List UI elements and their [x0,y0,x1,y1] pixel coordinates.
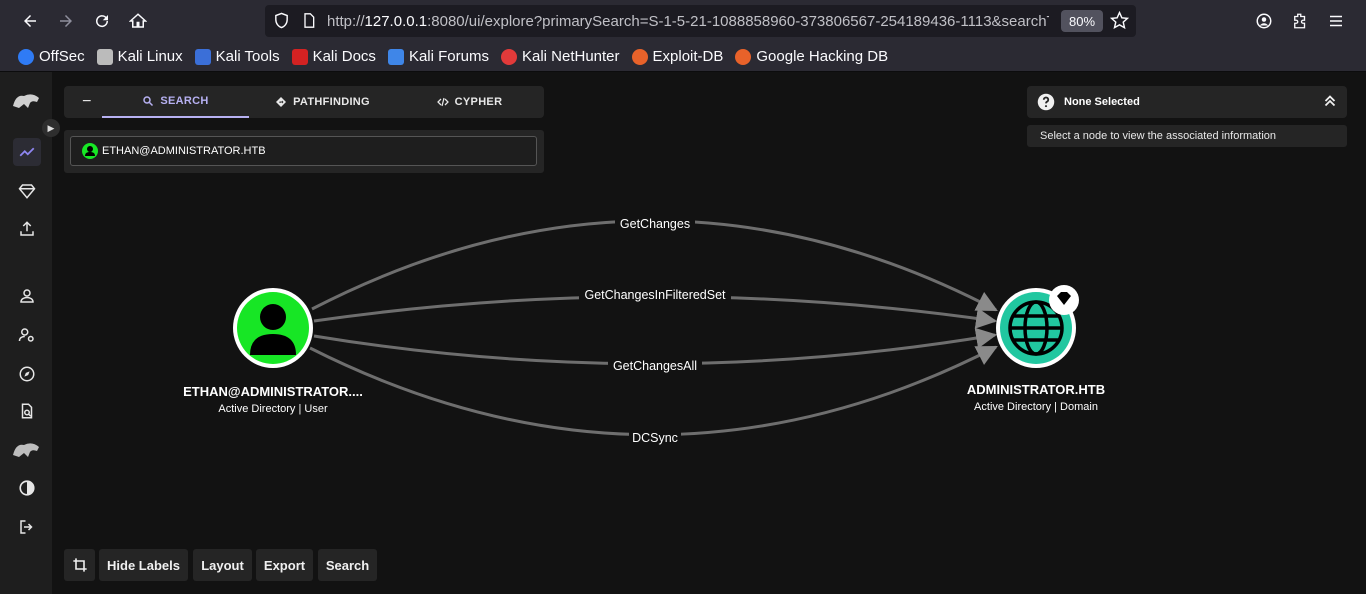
bookmark-kali-docs[interactable]: Kali Docs [291,48,376,65]
expand-rail-button[interactable]: ▶ [42,119,60,137]
bloodhound-community-icon[interactable] [10,437,42,461]
kali-tools-icon [194,48,211,65]
reload-icon [96,15,109,28]
arrow-left-icon [24,15,36,27]
star-icon[interactable] [1110,11,1129,30]
ghdb-icon [735,48,752,65]
contrast-icon [19,480,35,496]
search-button[interactable]: Search [318,549,377,581]
layout-button[interactable]: Layout [193,549,252,581]
bloodhound-logo-icon[interactable] [10,88,42,112]
edge-label-getchangesall[interactable]: GetChangesAll [613,359,697,373]
tab-pathfinding[interactable]: PATHFINDING [249,86,396,118]
compass-nav[interactable] [13,360,41,388]
directions-icon [276,97,287,107]
bookmark-google-hacking-db[interactable]: Google Hacking DB [735,48,888,65]
user-node-icon [82,143,98,159]
forward-button[interactable] [51,6,81,36]
url-text[interactable]: http://127.0.0.1:8080/ui/explore?primary… [327,13,1049,30]
group-management-nav[interactable] [13,177,41,205]
bookmark-kali-nethunter[interactable]: Kali NetHunter [500,48,620,65]
home-button[interactable] [123,6,153,36]
dark-mode-toggle[interactable] [13,474,41,502]
node-sublabel-ethan: Active Directory | User [218,403,328,415]
hamburger-icon [1330,15,1342,27]
kali-dragon-icon [96,48,113,65]
kali-docs-icon [291,48,308,65]
arrow-right-icon [60,15,72,27]
minus-icon: − [82,93,92,110]
edge-label-getchanges[interactable]: GetChanges [620,217,690,231]
node-label-administrator-htb[interactable]: ADMINISTRATOR.HTB [967,382,1105,397]
extensions-button[interactable] [1285,6,1315,36]
url-bar[interactable]: http://127.0.0.1:8080/ui/explore?primary… [265,5,1136,37]
hide-labels-button[interactable]: Hide Labels [99,549,188,581]
bookmark-exploit-db[interactable]: Exploit-DB [631,48,723,65]
search-icon [143,96,154,107]
export-button[interactable]: Export [256,549,313,581]
edge-label-dcsync[interactable]: DCSync [632,431,678,445]
bookmarks-bar: OffSec Kali Linux Kali Tools Kali Docs K… [0,42,1366,72]
search-tabs-panel: − SEARCH PATHFINDING CYPHER [64,86,544,118]
administration-nav[interactable] [13,321,41,349]
account-icon [1256,13,1272,29]
user-gear-icon [18,328,34,342]
tab-search[interactable]: SEARCH [102,86,249,118]
code-icon [436,97,449,107]
menu-button[interactable] [1321,6,1351,36]
node-domain-administrator-htb[interactable] [996,285,1079,368]
help-circle-icon [1037,93,1055,111]
trending-icon [19,147,35,157]
document-search-icon [21,403,33,419]
search-docs-nav[interactable] [13,397,41,425]
bookmark-kali-forums[interactable]: Kali Forums [387,48,489,65]
exploit-db-icon [631,48,648,65]
back-button[interactable] [15,6,45,36]
tab-cypher[interactable]: CYPHER [396,86,543,118]
double-chevron-up-icon [1324,95,1336,107]
chevron-right-icon: ▶ [47,122,55,133]
bloodhound-app: GetChanges GetChangesInFilteredSet GetCh… [0,72,1366,594]
home-icon [129,13,147,28]
node-sublabel-administrator-htb: Active Directory | Domain [974,401,1098,413]
node-label-ethan[interactable]: ETHAN@ADMINISTRATOR.... [183,384,363,399]
puzzle-icon [1294,13,1306,29]
profile-nav[interactable] [13,282,41,310]
collapse-info-button[interactable] [1321,92,1341,112]
upload-nav[interactable] [13,215,41,243]
collapse-panel-button[interactable]: − [72,86,102,118]
browser-toolbar: http://127.0.0.1:8080/ui/explore?primary… [0,0,1366,42]
info-panel-title: None Selected [1064,96,1140,108]
search-input[interactable]: ETHAN@ADMINISTRATOR.HTB [70,136,537,166]
logout-nav[interactable] [13,513,41,541]
nethunter-icon [500,48,517,65]
offsec-icon [18,48,34,65]
zoom-level-badge[interactable]: 80% [1061,10,1103,32]
compass-icon [19,366,35,382]
person-icon [20,289,34,303]
crop-icon [72,558,87,572]
explore-nav[interactable] [13,138,41,166]
left-nav-rail [0,72,52,594]
upload-icon [20,221,34,236]
info-panel-hint: Select a node to view the associated inf… [1027,125,1347,147]
node-user-ethan[interactable] [233,288,313,368]
bookmark-offsec[interactable]: OffSec [18,48,85,65]
kali-forums-icon [387,48,404,65]
shield-icon[interactable] [273,12,290,29]
search-box-panel: ETHAN@ADMINISTRATOR.HTB [64,130,544,173]
edge-label-getchangesinfilteredset[interactable]: GetChangesInFilteredSet [584,288,726,302]
page-icon[interactable] [301,12,317,29]
reload-button[interactable] [87,6,117,36]
bookmark-kali-linux[interactable]: Kali Linux [96,48,183,65]
crop-button[interactable] [64,549,95,581]
gem-icon [18,184,36,199]
entity-info-panel: None Selected [1027,86,1347,118]
logout-icon [20,520,33,534]
account-button[interactable] [1249,6,1279,36]
bookmark-kali-tools[interactable]: Kali Tools [194,48,280,65]
